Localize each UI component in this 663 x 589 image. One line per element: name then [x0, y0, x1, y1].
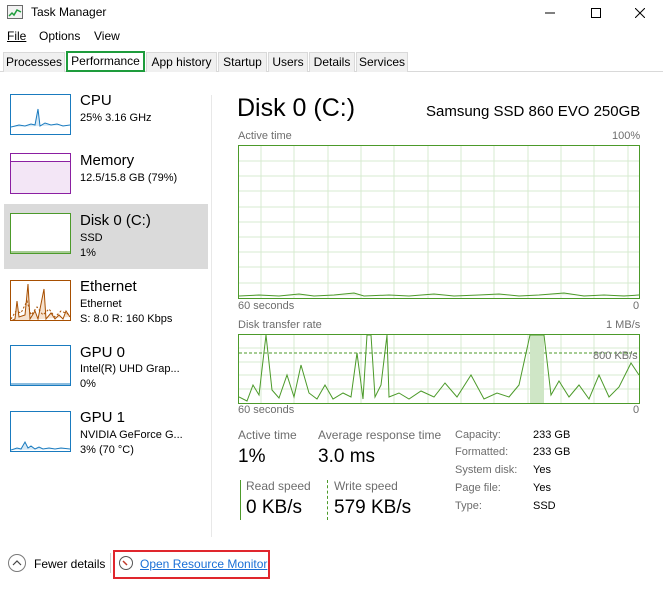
write-speed-marker [327, 480, 328, 520]
maximize-button[interactable] [573, 0, 619, 25]
active-time-value: 1% [238, 446, 266, 467]
menu-options-label: Options [39, 29, 81, 43]
sidebar-disk-title: Disk 0 (C:) [80, 212, 151, 229]
tab-services[interactable]: Services [356, 52, 408, 72]
tab-details[interactable]: Details [309, 52, 355, 72]
minimize-button[interactable] [527, 0, 573, 25]
tab-app-history[interactable]: App history [146, 52, 217, 72]
capacity-label: Capacity: [455, 429, 501, 441]
transfer-rate-graph-mid: 800 KB/s [593, 350, 638, 362]
memory-thumbnail-graph [10, 153, 71, 194]
fewer-details-button[interactable]: Fewer details [34, 557, 105, 571]
page-file-value: Yes [533, 482, 551, 494]
disk-model: Samsung SSD 860 EVO 250GB [426, 103, 641, 120]
read-speed-value: 0 KB/s [246, 497, 302, 518]
open-resource-monitor-link[interactable]: Open Resource Monitor [140, 557, 267, 571]
tab-users-label: Users [272, 55, 304, 69]
sidebar-disk-usage: 1% [80, 247, 96, 259]
tab-startup[interactable]: Startup [218, 52, 267, 72]
formatted-label: Formatted: [455, 446, 509, 458]
system-disk-value: Yes [533, 464, 551, 476]
sidebar-gpu1-title: GPU 1 [80, 409, 126, 426]
menu-view[interactable]: View [94, 29, 120, 43]
tab-users[interactable]: Users [268, 52, 308, 72]
sidebar-ethernet-name: Ethernet [80, 298, 122, 310]
active-time-graph [238, 145, 640, 299]
footer-separator [110, 553, 111, 573]
sidebar-disk-type: SSD [80, 232, 103, 244]
transfer-rate-graph [238, 334, 640, 404]
sidebar-memory-title: Memory [80, 152, 135, 169]
sidebar-ethernet-rate: S: 8.0 R: 160 Kbps [80, 313, 173, 325]
active-time-graph-label: Active time [238, 130, 292, 142]
ethernet-thumbnail-graph [10, 280, 71, 321]
system-disk-label: System disk: [455, 464, 518, 476]
tab-performance[interactable]: Performance [66, 51, 145, 72]
menu-view-label: View [94, 29, 120, 43]
menu-options[interactable]: Options [39, 29, 80, 43]
resource-monitor-icon[interactable] [119, 556, 133, 570]
tab-performance-label: Performance [71, 54, 140, 68]
cpu-thumbnail-graph [10, 94, 71, 135]
tab-services-label: Services [358, 55, 405, 69]
pane-divider [211, 95, 212, 537]
transfer-rate-graph-max: 1 MB/s [606, 319, 641, 331]
read-speed-label: Read speed [246, 479, 311, 493]
transfer-rate-graph-label: Disk transfer rate [238, 319, 322, 331]
tab-app-history-label: App history [151, 55, 212, 69]
sidebar-gpu0-title: GPU 0 [80, 344, 126, 361]
type-value: SSD [533, 500, 556, 512]
write-speed-label: Write speed [334, 479, 398, 493]
write-speed-value: 579 KB/s [334, 497, 412, 518]
avg-response-label: Average response time [318, 428, 442, 442]
task-manager-icon [7, 5, 23, 19]
tab-processes-label: Processes [5, 55, 63, 69]
menu-file-label: File [7, 29, 27, 43]
active-time-label: Active time [238, 428, 297, 442]
sidebar-cpu-detail: 25% 3.16 GHz [80, 112, 152, 124]
menu-file[interactable]: File [7, 29, 26, 43]
sidebar-gpu1-usage: 3% (70 °C) [80, 444, 134, 456]
window-title: Task Manager [31, 5, 107, 19]
active-time-graph-max: 100% [612, 130, 641, 142]
tab-details-label: Details [313, 55, 351, 69]
page-file-label: Page file: [455, 482, 501, 494]
active-time-graph-xlabel: 60 seconds [238, 300, 295, 312]
close-button[interactable] [617, 0, 663, 25]
avg-response-value: 3.0 ms [318, 446, 376, 467]
tab-startup-label: Startup [223, 55, 262, 69]
active-time-graph-min: 0 [633, 300, 640, 312]
sidebar-gpu1-name: NVIDIA GeForce G... [80, 429, 183, 441]
capacity-value: 233 GB [533, 429, 571, 441]
sidebar-gpu0-name: Intel(R) UHD Grap... [80, 363, 180, 375]
formatted-value: 233 GB [533, 446, 571, 458]
tab-processes[interactable]: Processes [3, 52, 65, 72]
sidebar-cpu-title: CPU [80, 92, 112, 109]
transfer-rate-graph-min: 0 [633, 404, 640, 416]
read-speed-marker [240, 480, 241, 520]
gpu0-thumbnail-graph [10, 345, 71, 386]
disk-thumbnail-graph [10, 213, 71, 254]
type-label: Type: [455, 500, 482, 512]
gpu1-thumbnail-graph [10, 411, 71, 452]
transfer-rate-graph-xlabel: 60 seconds [238, 404, 295, 416]
page-title: Disk 0 (C:) [237, 94, 356, 122]
sidebar-ethernet-title: Ethernet [80, 278, 137, 295]
fewer-details-chevron-icon[interactable] [8, 554, 26, 572]
sidebar-gpu0-usage: 0% [80, 378, 96, 390]
sidebar-memory-detail: 12.5/15.8 GB (79%) [80, 172, 178, 184]
